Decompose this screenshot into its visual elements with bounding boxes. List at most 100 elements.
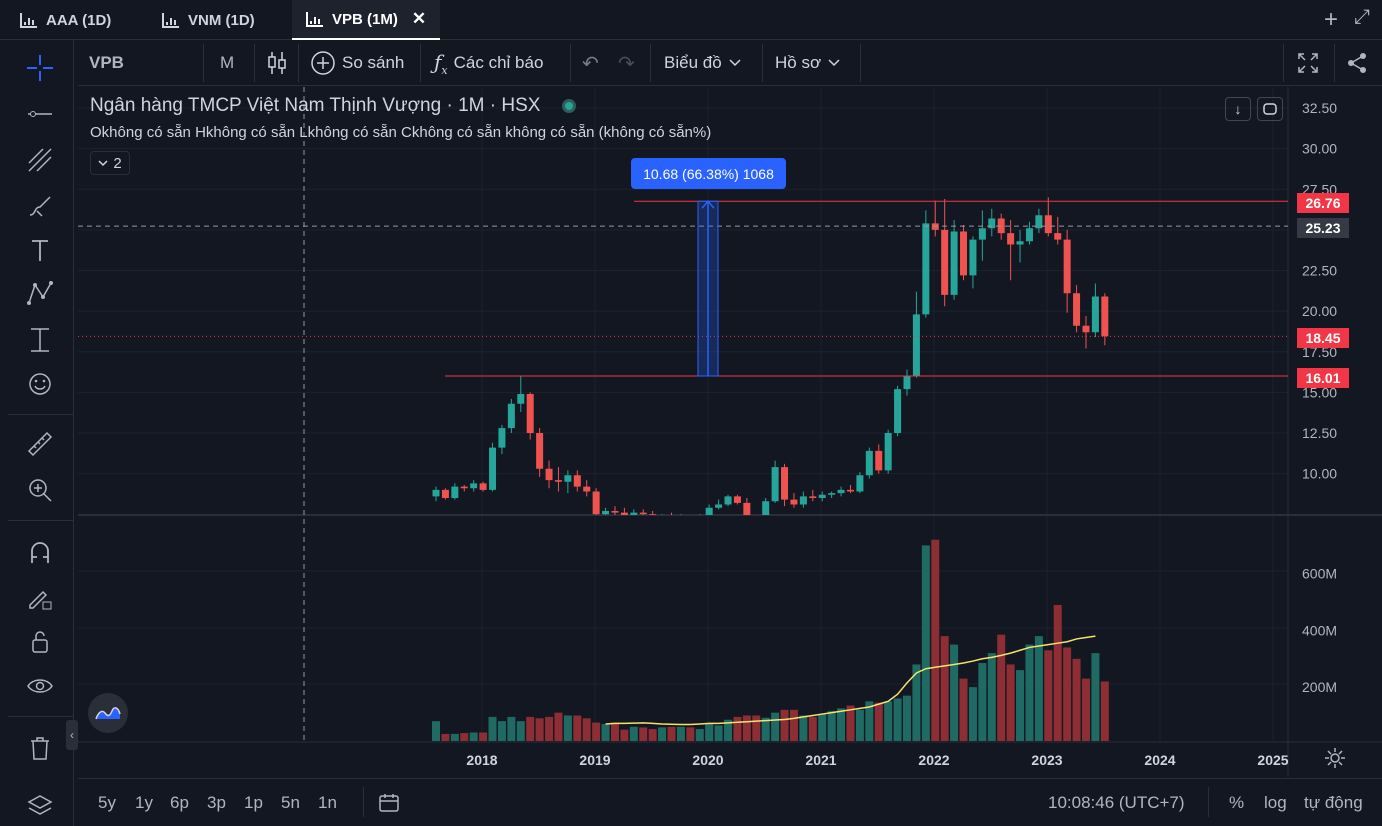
candle-body	[912, 314, 920, 377]
chart-canvas[interactable]: 32.5030.0027.5025.0022.5020.0017.5015.00…	[78, 87, 1382, 777]
tab-aaa[interactable]: AAA (1D)	[6, 0, 125, 40]
candle-body	[894, 389, 902, 433]
divider	[1208, 787, 1209, 817]
volume-bar	[1053, 604, 1062, 741]
brush-icon[interactable]	[22, 188, 58, 224]
symbol-search-button[interactable]: VPB	[89, 40, 124, 86]
volume-bar	[535, 718, 544, 741]
volume-bar	[742, 715, 751, 741]
candle-body	[1101, 296, 1109, 337]
time-tick-label: 2021	[805, 752, 836, 768]
fib-icon[interactable]	[22, 142, 58, 178]
candle-body	[592, 491, 600, 515]
pattern-icon[interactable]	[22, 276, 58, 312]
candle-body	[1063, 239, 1071, 294]
zoom-in-icon[interactable]	[22, 472, 58, 508]
collapse-sidebar-icon[interactable]: ‹	[66, 720, 78, 750]
candle-body	[950, 231, 958, 295]
volume-bar	[1006, 664, 1015, 741]
tab-vpb[interactable]: VPB (1M) ✕	[292, 0, 441, 40]
candle-body	[856, 475, 864, 492]
auto-toggle[interactable]: tự động	[1304, 793, 1363, 813]
candle-body	[828, 493, 836, 495]
unlock-icon[interactable]	[22, 624, 58, 660]
trend-line-icon[interactable]	[22, 96, 58, 132]
candle-body	[564, 475, 572, 482]
trash-icon[interactable]	[22, 730, 58, 766]
crosshair-icon[interactable]	[22, 50, 58, 86]
chart-area[interactable]: 32.5030.0027.5025.0022.5020.0017.5015.00…	[78, 87, 1382, 777]
volume-bar	[884, 701, 893, 741]
divider	[570, 44, 571, 82]
indicators-button[interactable]: ƒx Các chỉ báo	[434, 40, 543, 86]
layers-icon[interactable]	[22, 788, 58, 824]
text-icon[interactable]	[22, 232, 58, 268]
profile-button[interactable]: Hồ sơ	[775, 40, 841, 86]
close-icon[interactable]: ✕	[412, 9, 426, 29]
volume-bar	[997, 634, 1006, 741]
candle-body	[733, 496, 741, 503]
scroll-down-button[interactable]: ↓	[1225, 97, 1251, 121]
redo-icon: ↷	[618, 52, 635, 75]
tab-vnm[interactable]: VNM (1D)	[148, 0, 269, 40]
volume-bar	[733, 716, 742, 741]
volume-bar	[545, 716, 554, 741]
candle-body	[507, 403, 515, 429]
fullscreen-button[interactable]	[1297, 40, 1319, 86]
lock-drawing-icon[interactable]	[22, 580, 58, 616]
volume-bar	[893, 698, 902, 741]
share-button[interactable]	[1346, 40, 1368, 86]
chart-type-button[interactable]	[266, 40, 288, 86]
candle-body	[554, 480, 562, 482]
redo-button[interactable]: ↷	[618, 40, 635, 86]
tradingview-logo[interactable]	[88, 693, 128, 733]
date-range-icon[interactable]	[378, 793, 400, 818]
volume-bar	[573, 715, 582, 741]
chart-icon	[306, 12, 323, 27]
measure-tool-icon[interactable]	[22, 322, 58, 358]
candle-body	[960, 231, 968, 276]
clock-time[interactable]: 10:08:46 (UTC+7)	[1048, 793, 1185, 813]
range-1y[interactable]: 1y	[135, 793, 153, 813]
candle-body	[470, 483, 478, 489]
emoji-icon[interactable]	[22, 366, 58, 402]
expand-icon[interactable]: ⤢	[1354, 6, 1370, 34]
range-1n[interactable]: 1n	[318, 793, 337, 813]
log-toggle[interactable]: log	[1264, 793, 1287, 813]
range-5n[interactable]: 5n	[281, 793, 300, 813]
candle-body	[818, 494, 826, 498]
range-6p[interactable]: 6p	[170, 793, 189, 813]
time-tick-label: 2023	[1031, 752, 1062, 768]
percent-toggle[interactable]: %	[1229, 793, 1244, 813]
volume-bar	[1044, 650, 1053, 741]
candle-body	[846, 489, 854, 492]
magnet-icon[interactable]	[22, 534, 58, 570]
add-tab-icon[interactable]: +	[1324, 6, 1338, 34]
candle-body	[799, 496, 807, 505]
reset-scale-button[interactable]	[1257, 97, 1283, 121]
volume-bar	[554, 712, 563, 741]
range-1p[interactable]: 1p	[244, 793, 263, 813]
candle-body	[753, 521, 760, 524]
compare-button[interactable]: So sánh	[310, 40, 404, 86]
legend-collapse-button[interactable]: 2	[90, 151, 130, 175]
interval-button[interactable]: M	[220, 40, 234, 86]
candle-body	[875, 450, 883, 471]
candle-body	[1025, 228, 1033, 242]
undo-icon: ↶	[582, 52, 599, 75]
volume-bar	[837, 708, 846, 741]
candle-body	[1054, 233, 1062, 240]
volume-bar	[667, 726, 676, 741]
divider	[650, 44, 651, 82]
time-tick-label: 2025	[1257, 752, 1288, 768]
eye-icon[interactable]	[22, 668, 58, 704]
candle-body	[969, 239, 977, 276]
ruler-icon[interactable]	[22, 426, 58, 462]
chart-menu-button[interactable]: Biểu đồ	[664, 40, 742, 86]
volume-bar	[818, 714, 827, 741]
range-3p[interactable]: 3p	[207, 793, 226, 813]
range-5y[interactable]: 5y	[98, 793, 116, 813]
interval-label: M	[220, 53, 235, 72]
undo-button[interactable]: ↶	[582, 40, 599, 86]
settings-gear-icon[interactable]	[1324, 747, 1346, 774]
